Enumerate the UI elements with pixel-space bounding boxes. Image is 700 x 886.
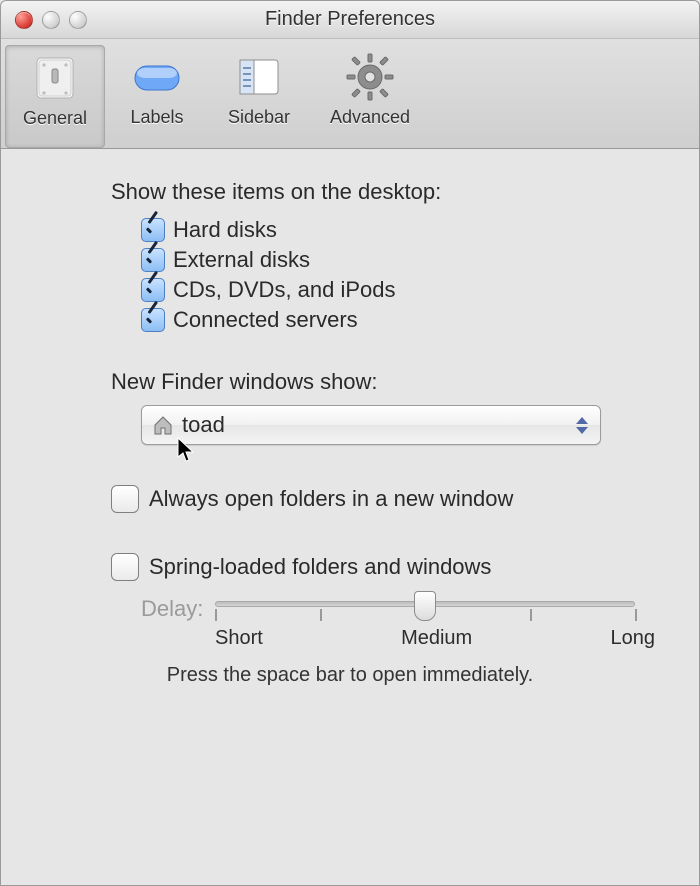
content-pane: Show these items on the desktop: Hard di… xyxy=(1,149,699,707)
tick-label-long: Long xyxy=(611,627,656,650)
label-pill-icon xyxy=(129,49,185,105)
slider-tick xyxy=(530,609,532,621)
checkbox-row-hard-disks: Hard disks xyxy=(141,217,659,243)
checkbox-external-disks[interactable] xyxy=(141,248,165,272)
home-icon xyxy=(152,414,174,436)
checkbox-label: Spring-loaded folders and windows xyxy=(149,554,491,580)
checkbox-row-connected-servers: Connected servers xyxy=(141,307,659,333)
tab-advanced[interactable]: Advanced xyxy=(311,45,429,148)
delay-label: Delay: xyxy=(141,596,203,622)
checkbox-label: External disks xyxy=(173,247,310,273)
checkbox-label: CDs, DVDs, and iPods xyxy=(173,277,396,303)
zoom-button[interactable] xyxy=(69,11,87,29)
new-finder-heading: New Finder windows show: xyxy=(111,369,659,395)
traffic-lights xyxy=(15,11,87,29)
slider-thumb[interactable] xyxy=(414,591,436,621)
checkbox-label: Hard disks xyxy=(173,217,277,243)
close-button[interactable] xyxy=(15,11,33,29)
popup-arrows-icon xyxy=(570,410,594,440)
preferences-window: Finder Preferences General xyxy=(0,0,700,886)
checkbox-row-cds-dvds-ipods: CDs, DVDs, and iPods xyxy=(141,277,659,303)
slider-tick xyxy=(215,609,217,621)
switch-icon xyxy=(27,50,83,106)
tab-label: Labels xyxy=(130,107,183,128)
delay-slider[interactable] xyxy=(215,591,635,627)
delay-row: Delay: xyxy=(141,591,659,627)
tick-label-medium: Medium xyxy=(263,627,611,650)
slider-tick-labels: Short Medium Long xyxy=(215,627,655,650)
checkbox-label: Always open folders in a new window xyxy=(149,486,513,512)
checkbox-label: Connected servers xyxy=(173,307,358,333)
checkbox-row-spring-loaded: Spring-loaded folders and windows xyxy=(111,553,659,581)
tab-general[interactable]: General xyxy=(5,45,105,148)
checkbox-row-always-open: Always open folders in a new window xyxy=(111,485,659,513)
slider-tick xyxy=(635,609,637,621)
tab-label: Advanced xyxy=(330,107,410,128)
minimize-button[interactable] xyxy=(42,11,60,29)
titlebar: Finder Preferences xyxy=(1,1,699,39)
checkbox-hard-disks[interactable] xyxy=(141,218,165,242)
slider-tick xyxy=(320,609,322,621)
tab-labels[interactable]: Labels xyxy=(107,45,207,148)
checkbox-spring-loaded[interactable] xyxy=(111,553,139,581)
spring-loaded-hint: Press the space bar to open immediately. xyxy=(41,664,659,687)
popup-value: toad xyxy=(182,412,225,438)
checkbox-cds-dvds-ipods[interactable] xyxy=(141,278,165,302)
gear-icon xyxy=(342,49,398,105)
checkbox-connected-servers[interactable] xyxy=(141,308,165,332)
checkbox-always-open-new-window[interactable] xyxy=(111,485,139,513)
tab-label: General xyxy=(23,108,87,129)
tab-sidebar[interactable]: Sidebar xyxy=(209,45,309,148)
desktop-items-heading: Show these items on the desktop: xyxy=(111,179,659,205)
toolbar: General Labels S xyxy=(1,39,699,149)
new-finder-window-popup[interactable]: toad xyxy=(141,405,601,445)
tick-label-short: Short xyxy=(215,627,263,650)
window-title: Finder Preferences xyxy=(1,8,699,31)
tab-label: Sidebar xyxy=(228,107,290,128)
sidebar-icon xyxy=(231,49,287,105)
checkbox-row-external-disks: External disks xyxy=(141,247,659,273)
